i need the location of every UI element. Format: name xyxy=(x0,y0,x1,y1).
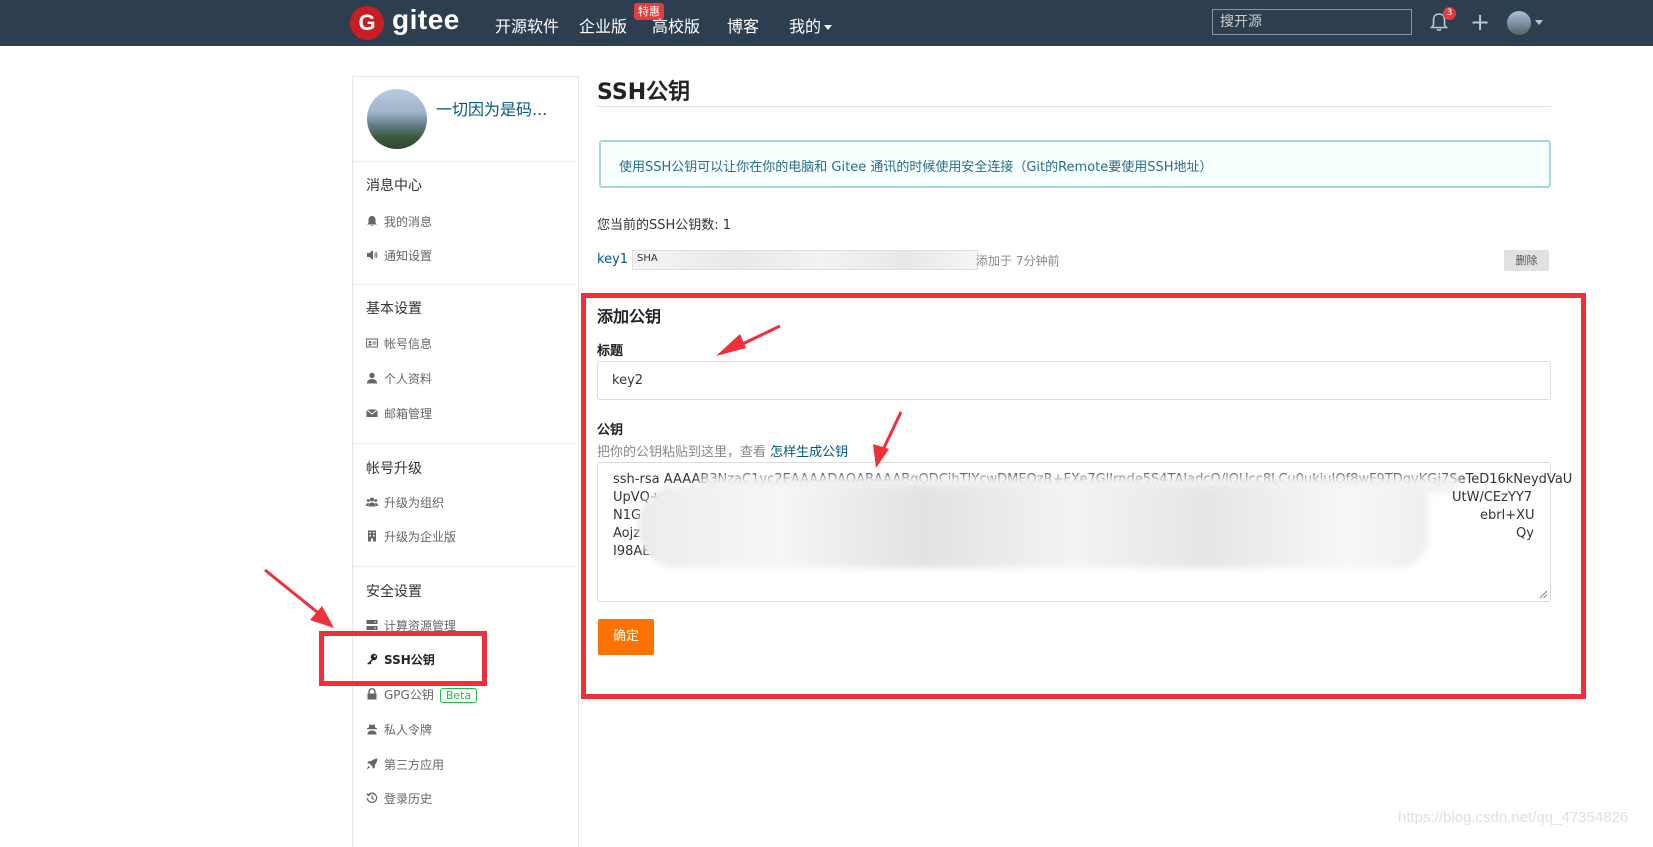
arrow-to-ssh-menu-icon xyxy=(264,568,334,628)
arrow-to-key-hint-icon xyxy=(873,411,903,468)
arrow-to-title-label-icon xyxy=(716,324,781,356)
watermark-text: https://blog.csdn.net/qq_47354826 xyxy=(1398,809,1629,826)
annotation-arrows xyxy=(264,324,903,628)
